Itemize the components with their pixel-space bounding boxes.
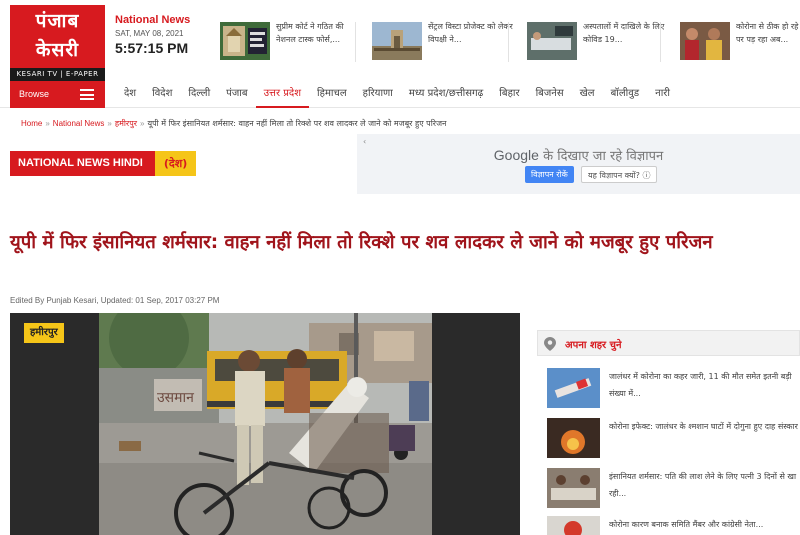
ad-title: Google के दिखाए जा रहे विज्ञापन <box>357 146 800 164</box>
main-nav: Browse देश विदेश दिल्ली पंजाब उत्तर प्रद… <box>0 81 800 108</box>
news-thumbnail <box>547 368 600 408</box>
nav-item-himachal[interactable]: हिमाचल <box>309 81 355 108</box>
news-headline: कोरोना कारण बनाक समिति मैंबर और कांग्रेस… <box>609 520 764 529</box>
wall-text: उसमान <box>157 390 194 406</box>
top-story[interactable]: सुप्रीम कोर्ट ने गठित की नेशनल टास्क फोर… <box>220 18 365 64</box>
punjab-kesari-logo[interactable]: पंजाब केसरी KESARI TV | E-PAPER <box>10 5 105 81</box>
nav-item-naari[interactable]: नारी <box>647 81 678 108</box>
news-thumbnail <box>547 418 600 458</box>
article-headline: यूपी में फिर इंसानियत शर्मसार: वाहन नहीं… <box>10 232 713 253</box>
breadcrumb: Home» National News» हमीरपुर» यूपी में फिर … <box>21 118 446 129</box>
story-text: कोरोना से ठीक हो रहे मरीजों पर पड़ रहा अ… <box>736 22 800 44</box>
list-item[interactable]: कोरोना कारण बनाक समिति मैंबर और कांग्रेस… <box>547 516 800 535</box>
nav-items: देश विदेश दिल्ली पंजाब उत्तर प्रदेश हिमा… <box>116 81 678 108</box>
story-thumbnail <box>527 22 577 60</box>
breadcrumb-separator: » <box>45 119 50 128</box>
breadcrumb-home[interactable]: Home <box>21 119 42 128</box>
google-ad-slot: ‹ Google के दिखाए जा रहे विज्ञापन विज्ञा… <box>357 134 800 194</box>
list-item[interactable]: जालंधर में कोरोना का कहर जारी, 11 की मौत… <box>547 368 800 408</box>
browse-label: Browse <box>19 89 50 99</box>
news-headline: जालंधर में कोरोना का कहर जारी, 11 की मौत… <box>609 372 792 398</box>
nav-item-haryana[interactable]: हरियाणा <box>355 81 401 108</box>
city-selector-header[interactable]: अपना शहर चुने <box>537 330 800 356</box>
stop-ad-button[interactable]: विज्ञापन रोकें <box>525 166 574 183</box>
article-photo-frame: उसमान हमीरपुर <box>10 313 520 535</box>
nav-item-business[interactable]: बिजनेस <box>528 81 572 108</box>
logo-line-1: पंजाब <box>35 10 80 32</box>
nav-item-uttar-pradesh[interactable]: उत्तर प्रदेश <box>255 81 310 108</box>
current-date: SAT, MAY 08, 2021 <box>115 29 184 38</box>
story-thumbnail <box>220 22 270 60</box>
top-story[interactable]: अस्पतालों में दाखिले के लिए कोविड 19... <box>527 18 672 64</box>
story-text: सेंट्रल विस्टा प्रोजेक्ट को लेकर विपक्षी… <box>428 22 513 44</box>
nav-item-bihar[interactable]: बिहार <box>491 81 527 108</box>
logo-strip[interactable]: KESARI TV | E-PAPER <box>10 68 105 81</box>
nav-item-desh[interactable]: देश <box>116 81 144 108</box>
map-pin-icon <box>544 337 556 351</box>
nav-item-videsh[interactable]: विदेश <box>144 81 180 108</box>
breadcrumb-separator: » <box>140 119 145 128</box>
why-this-ad-button[interactable]: यह विज्ञापन क्यों? ⓘ <box>581 166 658 183</box>
city-news-sidebar: अपना शहर चुने जालंधर में कोरोना का कहर ज… <box>537 330 800 535</box>
nav-item-bollywood[interactable]: बॉलीवुड <box>603 81 648 108</box>
breadcrumb-city[interactable]: हमीरपुर <box>115 119 137 128</box>
location-tag[interactable]: हमीरपुर <box>24 323 64 343</box>
story-text: अस्पतालों में दाखिले के लिए कोविड 19... <box>583 22 665 44</box>
breadcrumb-separator: » <box>107 119 112 128</box>
current-time: 5:57:15 PM <box>115 40 189 56</box>
logo-line-2: केसरी <box>35 39 80 61</box>
news-headline: कोरोना इफेक्ट: जालंधर के श्मशान घाटों मे… <box>609 422 798 431</box>
divider <box>508 22 509 62</box>
top-story[interactable]: सेंट्रल विस्टा प्रोजेक्ट को लेकर विपक्षी… <box>372 18 517 64</box>
google-brand: Google <box>493 147 539 163</box>
city-selector-title: अपना शहर चुने <box>565 340 622 351</box>
top-story[interactable]: कोरोना से ठीक हो रहे मरीजों पर पड़ रहा अ… <box>680 18 800 64</box>
top-stories: सुप्रीम कोर्ट ने गठित की नेशनल टास्क फोर… <box>220 18 800 64</box>
list-item[interactable]: इंसानियत शर्मसार: पति की लाश लेने के लिए… <box>547 468 800 508</box>
divider <box>355 22 356 62</box>
story-thumbnail <box>680 22 730 60</box>
hamburger-icon[interactable] <box>80 89 94 100</box>
date-box: National News SAT, MAY 08, 2021 5:57:15 … <box>115 14 215 56</box>
nav-item-delhi[interactable]: दिल्ली <box>180 81 218 108</box>
story-text: सुप्रीम कोर्ट ने गठित की नेशनल टास्क फोर… <box>276 22 344 44</box>
news-thumbnail <box>547 516 600 535</box>
news-headline: इंसानियत शर्मसार: पति की लाश लेने के लिए… <box>609 472 797 498</box>
nav-item-khel[interactable]: खेल <box>572 81 603 108</box>
nav-item-punjab[interactable]: पंजाब <box>218 81 255 108</box>
section-badge-sub: (देश) <box>154 151 197 176</box>
story-thumbnail <box>372 22 422 60</box>
back-arrow-icon[interactable]: ‹ <box>363 137 366 146</box>
divider <box>660 22 661 62</box>
ad-title-text: के दिखाए जा रहे विज्ञापन <box>538 149 664 164</box>
nav-item-madhya-pradesh[interactable]: मध्य प्रदेश/छत्तीसगढ़ <box>401 81 491 108</box>
news-thumbnail <box>547 468 600 508</box>
breadcrumb-section[interactable]: National News <box>53 119 105 128</box>
section-title: National News <box>115 14 191 26</box>
browse-button[interactable]: Browse <box>10 81 105 108</box>
article-byline: Edited By Punjab Kesari, Updated: 01 Sep… <box>10 296 220 305</box>
section-badge-label: NATIONAL NEWS HINDI <box>10 151 155 176</box>
site-header: पंजाब केसरी KESARI TV | E-PAPER National… <box>0 0 800 81</box>
section-badge[interactable]: NATIONAL NEWS HINDI (देश) <box>10 151 197 176</box>
breadcrumb-current: यूपी में फिर इंसानियत शर्मसार: वाहन नहीं… <box>147 119 447 128</box>
list-item[interactable]: कोरोना इफेक्ट: जालंधर के श्मशान घाटों मे… <box>547 418 800 458</box>
article-photo[interactable]: उसमान <box>99 313 432 535</box>
